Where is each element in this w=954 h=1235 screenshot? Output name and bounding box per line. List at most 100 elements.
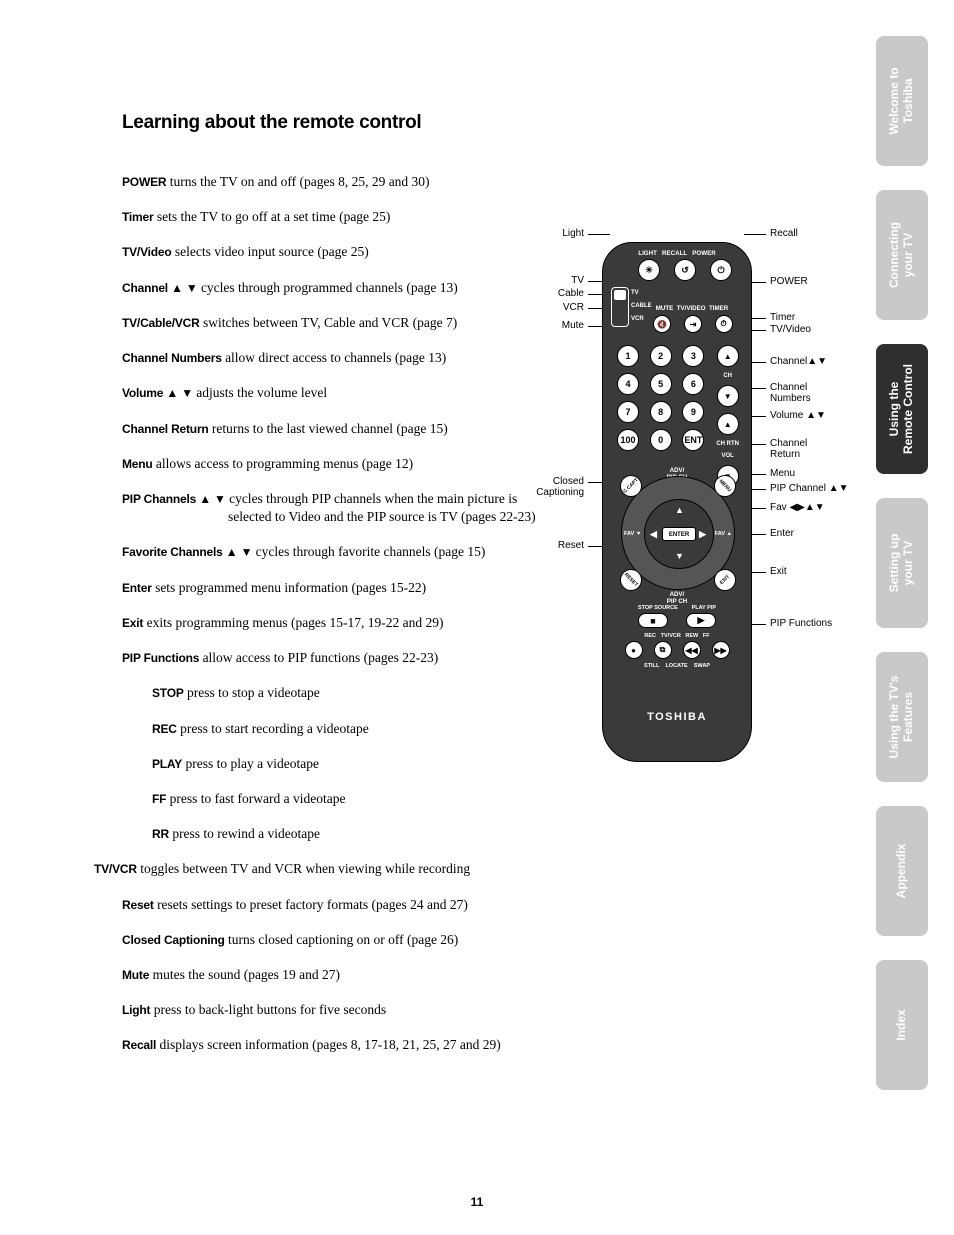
- fav-left-label: FAV ▼: [624, 531, 641, 537]
- remote-diagram: LightTVCableVCRMuteClosedCaptioningReset…: [535, 220, 865, 780]
- pip-row3-label: STILL LOCATE SWAP: [603, 663, 751, 669]
- definition-entry: Channel Return returns to the last viewe…: [122, 420, 542, 438]
- definition-entry: TV/Video selects video input source (pag…: [122, 243, 542, 261]
- top-row-label: LIGHT RECALL POWER: [603, 250, 751, 257]
- definition-desc: resets settings to preset factory format…: [154, 897, 468, 912]
- tvvideo-button[interactable]: ⇥: [684, 315, 702, 333]
- definition-entry: Menu allows access to programming menus …: [122, 455, 542, 473]
- numpad-button-100[interactable]: 100: [617, 429, 639, 451]
- volume-up-button[interactable]: [717, 413, 739, 435]
- numpad-button-3[interactable]: 3: [682, 345, 704, 367]
- definition-desc: press to fast forward a videotape: [166, 791, 345, 806]
- numpad-button-8[interactable]: 8: [650, 401, 672, 423]
- numpad-button-9[interactable]: 9: [682, 401, 704, 423]
- numpad-button-0[interactable]: 0: [650, 429, 672, 451]
- numpad-button-6[interactable]: 6: [682, 373, 704, 395]
- callout-label: ClosedCaptioning: [536, 476, 584, 498]
- nav-right-icon[interactable]: ▶: [699, 529, 706, 540]
- callout-label: POWER: [770, 276, 808, 287]
- section-tab[interactable]: Welcome toToshiba: [876, 36, 928, 166]
- definition-term: Timer: [122, 210, 153, 224]
- section-tab[interactable]: Setting upyour TV: [876, 498, 928, 628]
- definition-term: REC: [152, 722, 177, 736]
- numpad-button-2[interactable]: 2: [650, 345, 672, 367]
- pip-row1-label: STOP SOURCE PLAY PIP: [603, 605, 751, 611]
- callout-label: Volume ▲▼: [770, 410, 826, 421]
- callout-label: Timer: [770, 312, 795, 323]
- section-tab[interactable]: Index: [876, 960, 928, 1090]
- definition-desc: sets the TV to go off at a set time (pag…: [153, 209, 390, 224]
- section-tab[interactable]: Appendix: [876, 806, 928, 936]
- definition-desc: sets programmed menu information (pages …: [152, 580, 426, 595]
- numpad-button-1[interactable]: 1: [617, 345, 639, 367]
- row2-label: MUTE TV/VIDEO TIMER: [643, 305, 741, 312]
- definition-term: PIP Channels ▲ ▼: [122, 492, 226, 506]
- channel-down-button[interactable]: [717, 385, 739, 407]
- channel-up-button[interactable]: [717, 345, 739, 367]
- light-button[interactable]: ☀: [638, 259, 660, 281]
- definition-term: Light: [122, 1003, 150, 1017]
- numpad-button-5[interactable]: 5: [650, 373, 672, 395]
- ff-button[interactable]: ▶▶: [712, 641, 730, 659]
- definition-term: Menu: [122, 457, 153, 471]
- vol-label: VOL: [721, 453, 733, 459]
- numpad-button-ENT[interactable]: ENT: [682, 429, 704, 451]
- rec-button[interactable]: ●: [625, 641, 643, 659]
- definition-term: STOP: [152, 686, 184, 700]
- definition-entry: FF press to fast forward a videotape: [122, 790, 542, 808]
- recall-button[interactable]: ↺: [674, 259, 696, 281]
- tab-label: Welcome toToshiba: [888, 67, 916, 134]
- definition-term: Volume ▲ ▼: [122, 386, 193, 400]
- nav-up-icon[interactable]: ▲: [675, 505, 684, 515]
- callout-label: Light: [562, 228, 584, 239]
- tvvcr-button[interactable]: ⧉: [654, 641, 672, 659]
- definition-entry: Favorite Channels ▲ ▼ cycles through fav…: [122, 543, 542, 561]
- nav-ring: C.CAPT MENU RESET EXIT ▲ ▼ ◀ ▶ FAV ▼ FAV…: [621, 476, 735, 590]
- rew-button[interactable]: ◀◀: [683, 641, 701, 659]
- definition-desc: allows access to programming menus (page…: [153, 456, 414, 471]
- definition-term: Recall: [122, 1038, 156, 1052]
- numpad-button-4[interactable]: 4: [617, 373, 639, 395]
- callout-label: Menu: [770, 468, 795, 479]
- definition-desc: displays screen information (pages 8, 17…: [156, 1037, 501, 1052]
- tab-label: Index: [895, 1009, 909, 1040]
- enter-button[interactable]: ENTER: [662, 527, 696, 541]
- definition-term: Closed Captioning: [122, 933, 225, 947]
- definition-desc: toggles between TV and VCR when viewing …: [137, 861, 470, 876]
- tv-cable-vcr-switch[interactable]: [611, 287, 629, 327]
- leader-line: [744, 234, 766, 235]
- definition-entry: RR press to rewind a videotape: [122, 825, 542, 843]
- definition-entry: Reset resets settings to preset factory …: [122, 896, 542, 914]
- callout-label: TV/Video: [770, 324, 811, 335]
- play-button[interactable]: ▶: [686, 613, 716, 628]
- callout-label: TV: [571, 275, 584, 286]
- definition-entry: Volume ▲ ▼ adjusts the volume level: [122, 384, 542, 402]
- definition-desc: press to play a videotape: [182, 756, 319, 771]
- definition-desc: allow access to PIP functions (pages 22-…: [199, 650, 438, 665]
- section-tab[interactable]: Connectingyour TV: [876, 190, 928, 320]
- definition-entry: Closed Captioning turns closed captionin…: [122, 931, 542, 949]
- callout-label: ChannelNumbers: [770, 382, 811, 404]
- definition-term: TV/VCR: [94, 862, 137, 876]
- definition-desc: selects video input source (page 25): [172, 244, 369, 259]
- pip-row2-label: REC TV/VCR REW FF: [603, 633, 751, 639]
- definition-desc: mutes the sound (pages 19 and 27): [149, 967, 340, 982]
- nav-down-icon[interactable]: ▼: [675, 551, 684, 561]
- definition-desc: cycles through favorite channels (page 1…: [252, 544, 485, 559]
- numpad-button-7[interactable]: 7: [617, 401, 639, 423]
- section-tab[interactable]: Using the TV'sFeatures: [876, 652, 928, 782]
- definition-entry: TV/VCR toggles between TV and VCR when v…: [122, 860, 542, 878]
- definition-desc: allow direct access to channels (page 13…: [222, 350, 447, 365]
- definition-term: Exit: [122, 616, 143, 630]
- stop-button[interactable]: ■: [638, 613, 668, 628]
- mute-button[interactable]: 🔇: [653, 315, 671, 333]
- section-tab[interactable]: Using theRemote Control: [876, 344, 928, 474]
- definition-entry: PIP Functions allow access to PIP functi…: [122, 649, 542, 667]
- power-button[interactable]: ⏻: [710, 259, 732, 281]
- definition-desc: turns closed captioning on or off (page …: [225, 932, 459, 947]
- nav-left-icon[interactable]: ◀: [650, 529, 657, 540]
- tab-label: Appendix: [895, 844, 909, 899]
- callout-label: Fav ◀▶▲▼: [770, 502, 825, 513]
- timer-button[interactable]: ⏱: [715, 315, 733, 333]
- definition-desc: press to back-light buttons for five sec…: [150, 1002, 386, 1017]
